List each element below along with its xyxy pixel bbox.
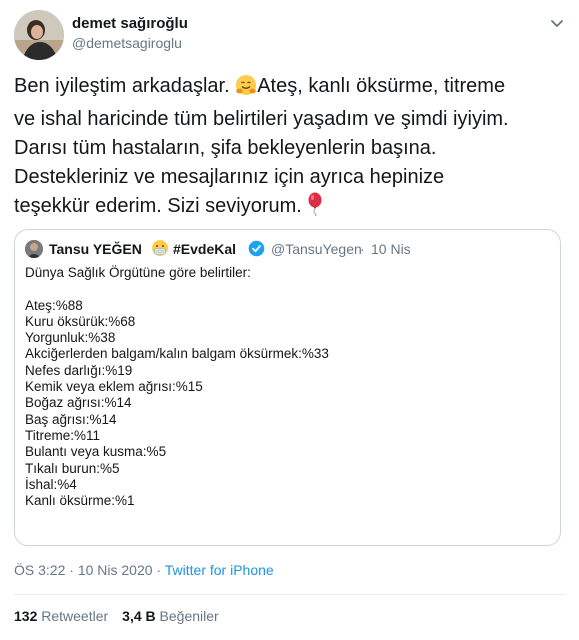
tweet-date[interactable]: 10 Nis 2020 (78, 562, 153, 578)
symptom-item: Titreme:%11 (25, 427, 101, 443)
chevron-down-icon[interactable] (548, 14, 566, 32)
symptom-item: Baş ağrısı:%14 (25, 411, 117, 427)
quoted-separator: · (360, 241, 365, 257)
symptom-item: Kuru öksürük:%68 (25, 313, 136, 329)
tweet-meta-separator-2: · (156, 562, 162, 578)
likes-count: 3,4 B (122, 608, 156, 624)
likes-stat[interactable]: 3,4 B Beğeniler (122, 608, 219, 624)
quoted-author-handle[interactable]: @TansuYegen (271, 241, 362, 257)
tweet-time[interactable]: ÖS 3:22 (14, 562, 65, 578)
symptom-item: Akciğerlerden balgam/kalın balgam öksürm… (25, 346, 329, 362)
quoted-author-hashtag: #EvdeKal (173, 241, 237, 257)
author-handle[interactable]: @demetsagiroglu (72, 35, 182, 51)
tweet-line-5: teşekkür ederim. Sizi seviyorum. (14, 192, 574, 225)
retweets-label: Retweetler (41, 608, 109, 624)
retweets-stat[interactable]: 132 Retweetler (14, 608, 108, 624)
quoted-tweet[interactable]: Tansu YEĞEN #EvdeKal @TansuYegen · 10 Ni… (14, 229, 561, 546)
red-balloon-emoji-icon (307, 192, 323, 225)
symptom-item: Boğaz ağrısı:%14 (25, 395, 132, 411)
tweet-source-link[interactable]: Twitter for iPhone (165, 562, 274, 578)
author-avatar[interactable] (14, 10, 64, 60)
tweet-line-3: Darısı tüm hastaların, şifa bekleyenleri… (14, 137, 437, 159)
symptom-item: İshal:%4 (25, 476, 77, 492)
quoted-author-avatar[interactable] (25, 240, 43, 258)
tweet-meta: ÖS 3:22 · 10 Nis 2020 · Twitter for iPho… (14, 562, 274, 578)
symptom-item: Yorgunluk:%38 (25, 330, 116, 346)
quoted-blank-line (25, 281, 550, 297)
tweet-text: Ben iyileştim arkadaşlar. Ateş, kanlı ök… (14, 72, 574, 225)
likes-label: Beğeniler (159, 608, 219, 624)
quoted-text: Dünya Sağlık Örgütüne göre belirtiler: A… (25, 265, 550, 509)
verified-badge-icon (248, 240, 265, 257)
symptom-item: Ateş:%88 (25, 297, 83, 313)
quoted-date[interactable]: 10 Nis (371, 241, 411, 257)
quoted-intro: Dünya Sağlık Örgütüne göre belirtiler: (25, 265, 251, 280)
face-mask-emoji-icon (151, 239, 169, 257)
hugging-face-emoji-icon (235, 74, 257, 105)
tweet-line-4: Destekleriniz ve mesajlarınız için ayrıc… (14, 166, 445, 188)
retweets-count: 132 (14, 608, 38, 624)
quoted-author-name[interactable]: Tansu YEĞEN (49, 241, 142, 257)
tweet: demet sağıroğlu @demetsagiroglu Ben iyil… (0, 0, 579, 640)
author-name[interactable]: demet sağıroğlu (72, 15, 188, 32)
tweet-line-2: ve ishal haricinde tüm belirtileri yaşad… (14, 108, 509, 130)
divider (14, 594, 565, 595)
tweet-line-1: Ben iyileştim arkadaşlar. Ateş, kanlı ök… (14, 72, 574, 105)
tweet-stats: 132 Retweetler 3,4 B Beğeniler (14, 608, 219, 624)
symptom-list: Ateş:%88 Kuru öksürük:%68 Yorgunluk:%38 Akc… (25, 298, 550, 510)
symptom-item: Nefes darlığı:%19 (25, 362, 133, 378)
symptom-item: Tıkalı burun:%5 (25, 460, 120, 476)
symptom-item: Bulantı veya kusma:%5 (25, 444, 167, 460)
tweet-meta-separator-1: · (69, 562, 74, 578)
symptom-item: Kemik veya eklem ağrısı:%15 (25, 379, 203, 395)
symptom-item: Kanlı öksürme:%1 (25, 493, 135, 509)
